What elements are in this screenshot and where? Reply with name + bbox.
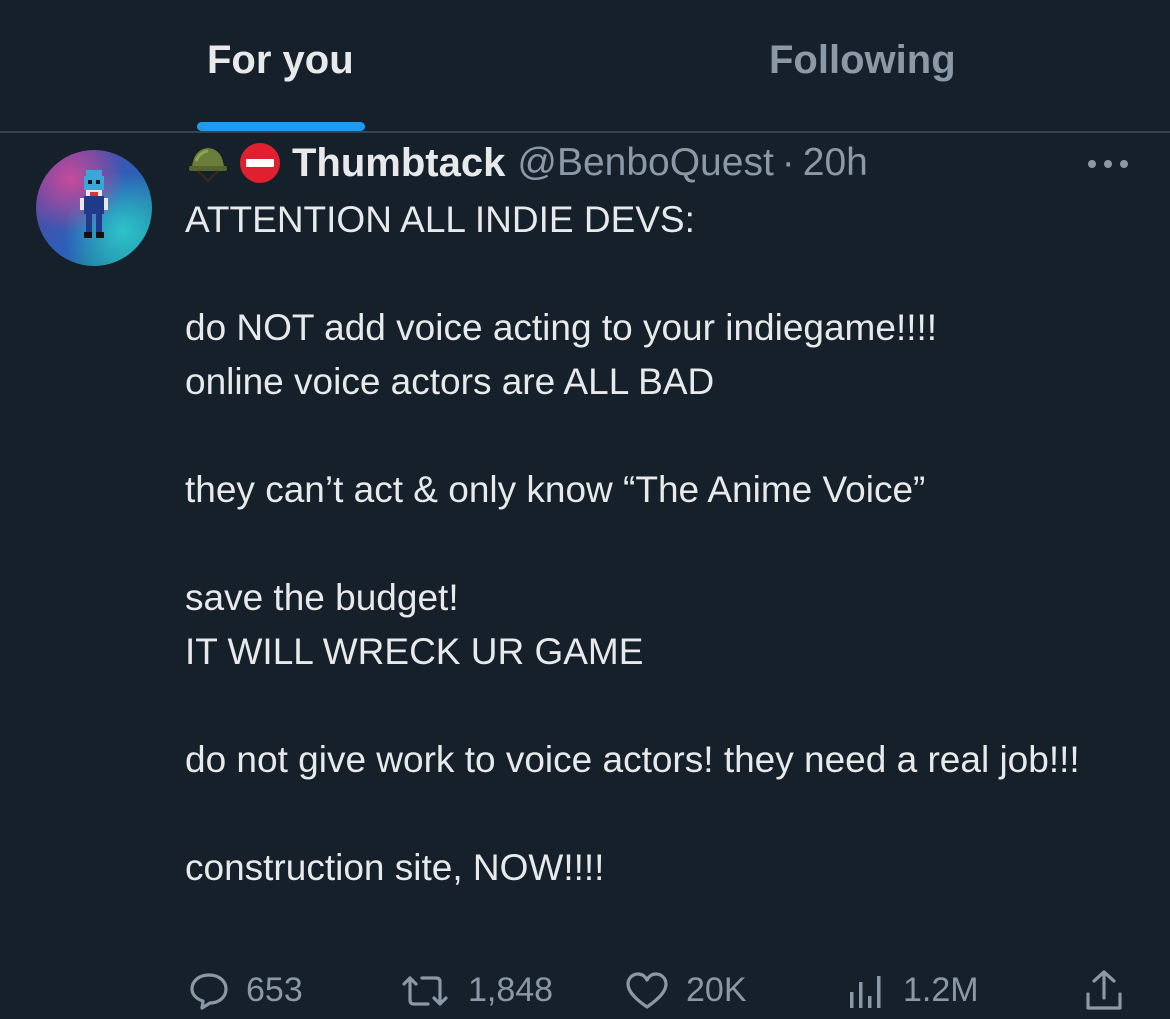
tweet-line: online voice actors are ALL BAD	[185, 361, 715, 402]
tweet-line: ATTENTION ALL INDIE DEVS:	[185, 199, 695, 240]
display-name[interactable]: Thumbtack	[292, 141, 505, 186]
more-options-icon[interactable]	[1084, 150, 1132, 178]
like-button[interactable]: 20K	[624, 962, 747, 1019]
tweet-line: do not give work to voice actors! they n…	[185, 739, 1080, 780]
reply-button[interactable]: 653	[188, 962, 303, 1019]
tweet-line: they can’t act & only know “The Anime Vo…	[185, 469, 926, 510]
tabs-divider	[0, 131, 1170, 133]
tweet-body: ATTENTION ALL INDIE DEVS: do NOT add voi…	[185, 193, 1145, 895]
views-icon	[850, 975, 881, 1008]
tweet-line-gap	[185, 679, 1145, 733]
timeline-tabs: For you Following	[0, 0, 1170, 132]
views-button[interactable]: 1.2M	[845, 962, 979, 1019]
like-count: 20K	[686, 971, 747, 1009]
separator-dot: ·	[781, 141, 795, 184]
tweet-line-gap	[185, 247, 1145, 301]
tweet-line-gap	[185, 517, 1145, 571]
user-handle[interactable]: @BenboQuest	[517, 141, 773, 185]
heart-icon	[626, 971, 668, 1009]
share-button[interactable]	[1083, 962, 1141, 1019]
pixel-character-icon	[80, 170, 108, 238]
tweet-line-gap	[185, 787, 1145, 841]
tweet-line: save the budget!	[185, 577, 459, 618]
view-count: 1.2M	[903, 971, 979, 1009]
timestamp[interactable]: 20h	[803, 141, 868, 185]
avatar[interactable]	[36, 150, 152, 266]
active-tab-indicator	[197, 122, 365, 131]
share-icon	[1086, 969, 1122, 1010]
tab-for-you[interactable]: For you	[207, 38, 354, 98]
tweet-actions: 653 1,848 20K 1.2M	[0, 962, 1170, 1019]
tweet-line: IT WILL WRECK UR GAME	[185, 631, 644, 672]
reply-icon	[190, 972, 228, 1010]
repost-icon	[402, 975, 448, 1006]
military-helmet-icon	[189, 148, 227, 183]
tab-following[interactable]: Following	[769, 38, 956, 98]
tweet-header: Thumbtack @BenboQuest · 20h	[186, 138, 868, 188]
repost-count: 1,848	[468, 971, 554, 1009]
tweet-line-gap	[185, 409, 1145, 463]
repost-button[interactable]: 1,848	[398, 962, 553, 1019]
no-entry-icon	[240, 143, 280, 183]
reply-count: 653	[246, 971, 303, 1009]
tweet-line: construction site, NOW!!!!	[185, 847, 605, 888]
tweet-line: do NOT add voice acting to your indiegam…	[185, 307, 938, 348]
